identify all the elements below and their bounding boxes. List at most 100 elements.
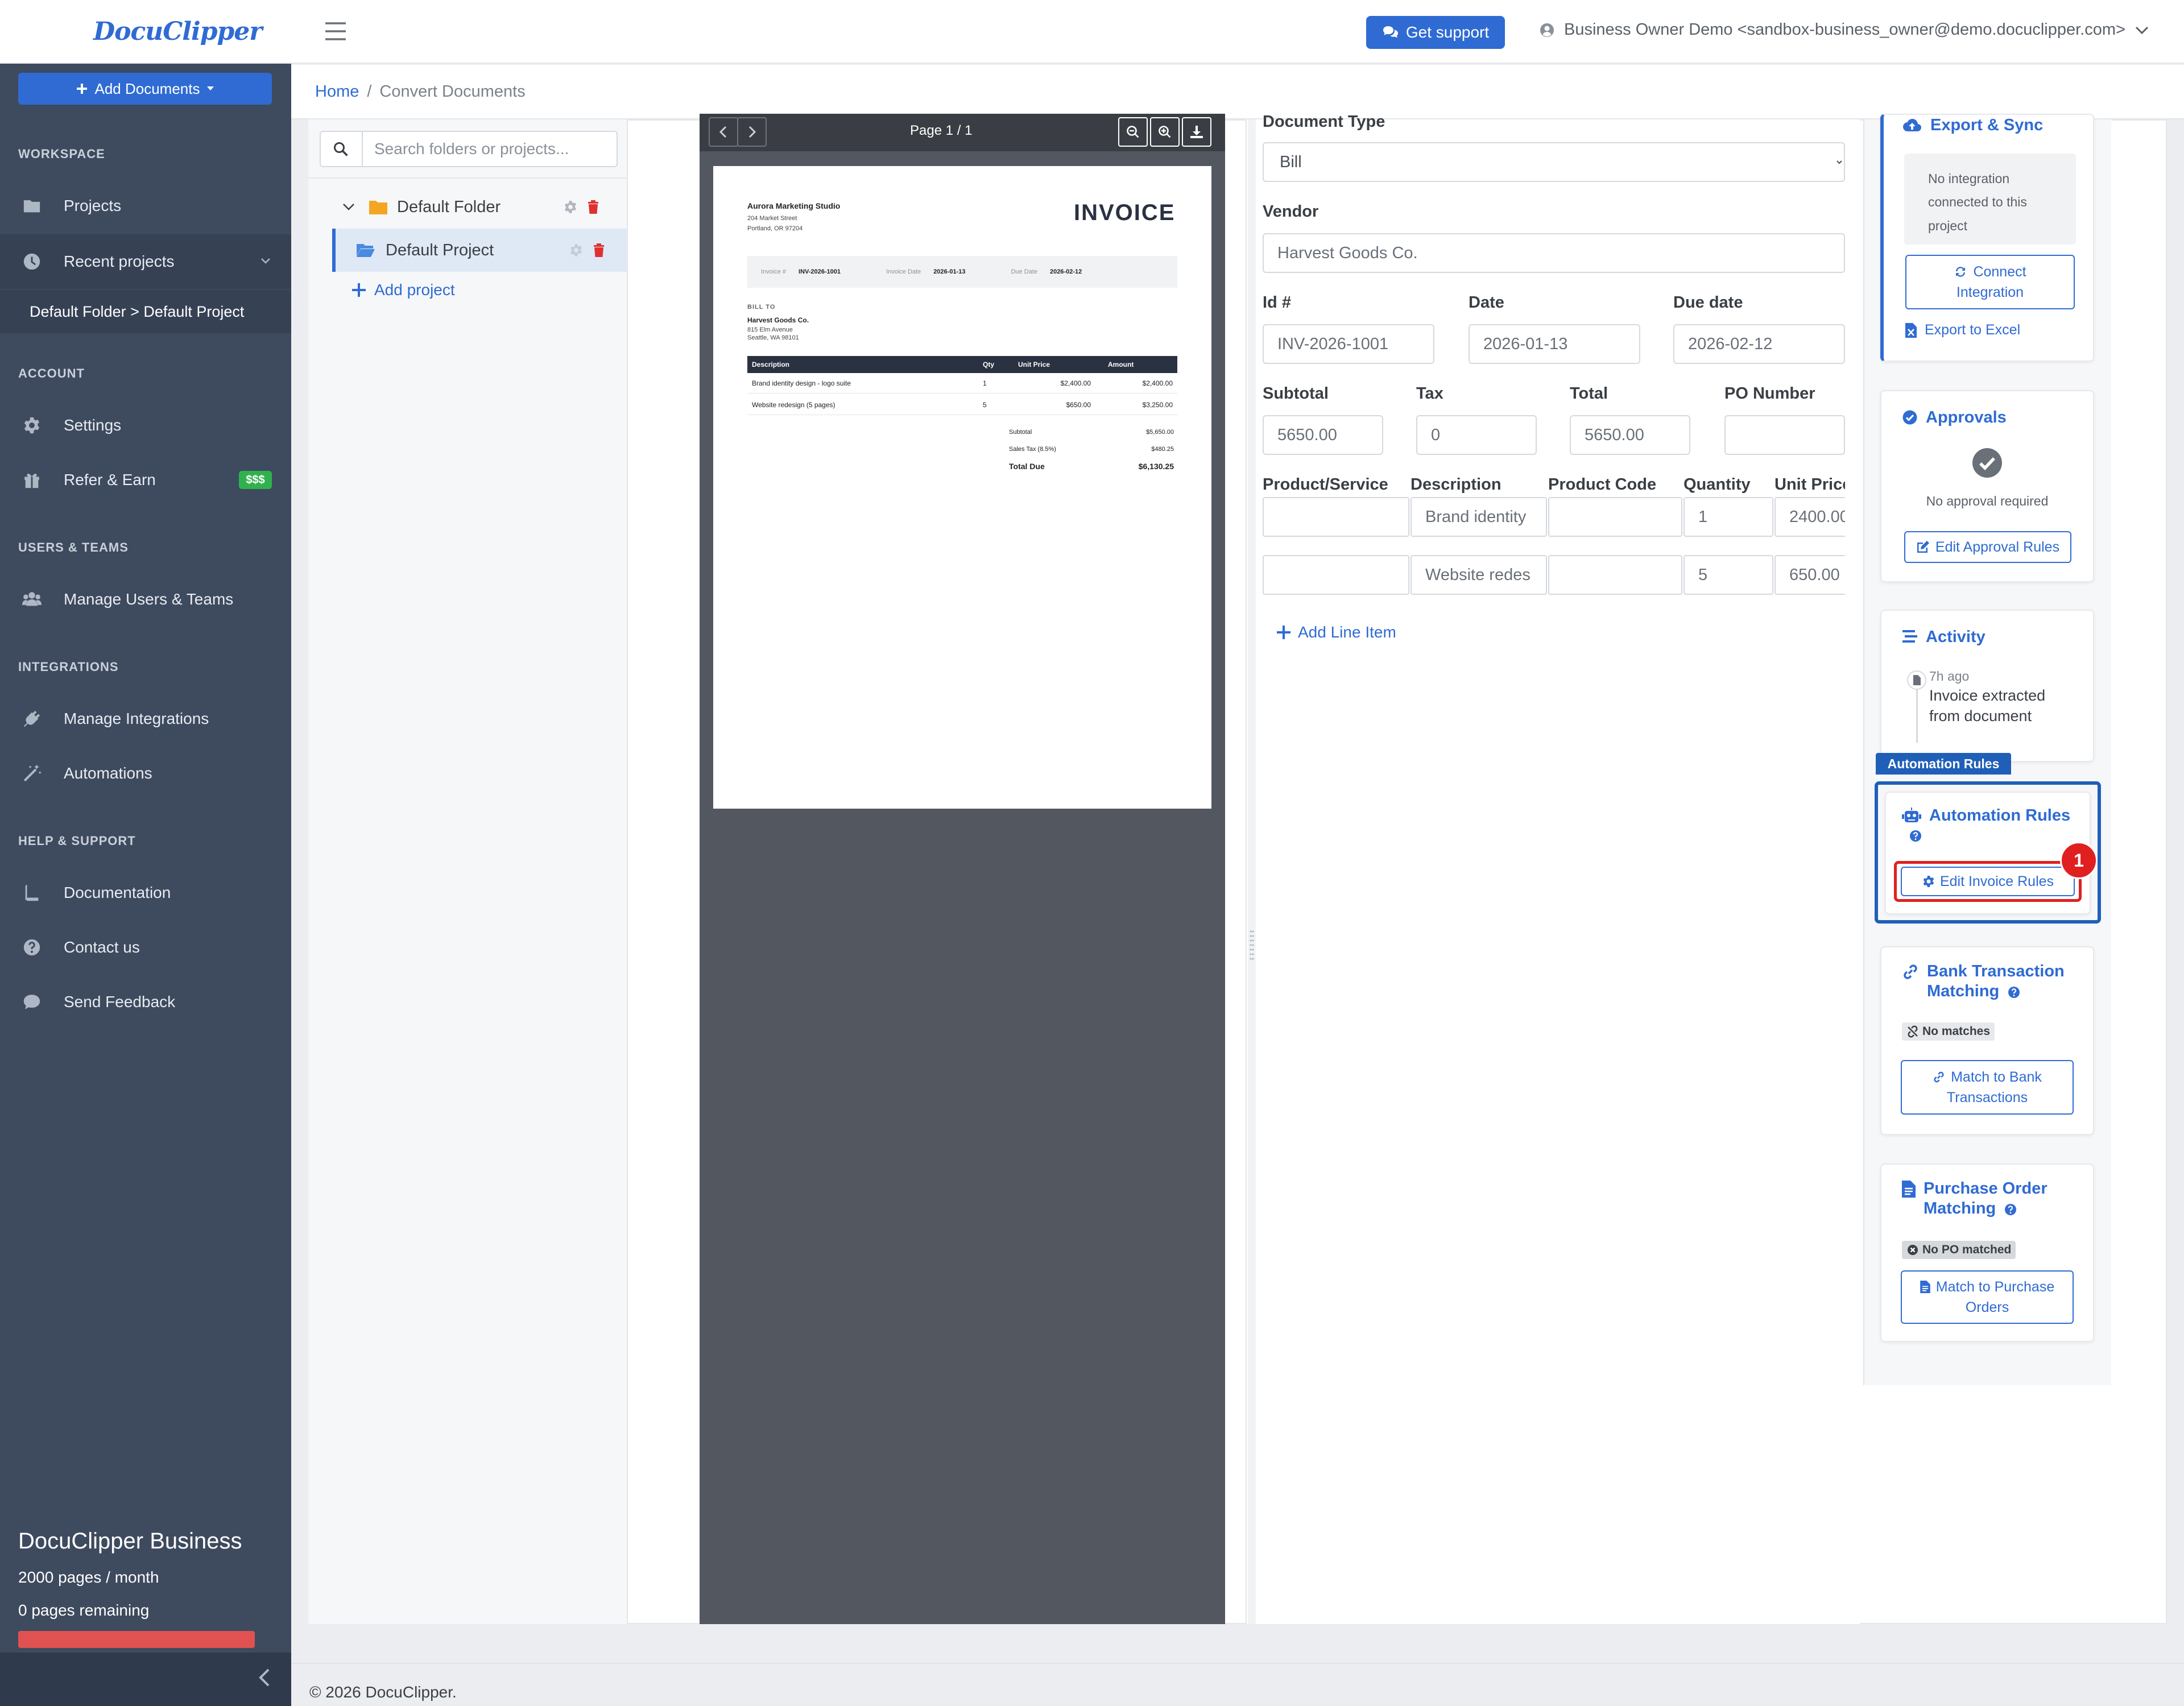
hamburger-menu-icon[interactable]: [324, 22, 347, 41]
file-invoice-icon: [1902, 1181, 1916, 1198]
edit-approval-rules-button[interactable]: Edit Approval Rules: [1904, 531, 2071, 563]
product-cell[interactable]: [1263, 497, 1409, 537]
quantity-cell[interactable]: 5: [1684, 555, 1773, 595]
product-code-cell[interactable]: [1548, 555, 1682, 595]
export-excel-link[interactable]: Export to Excel: [1905, 322, 2020, 338]
tax-label: Tax: [1416, 384, 1443, 403]
match-bank-transactions-button[interactable]: Match to Bank Transactions: [1901, 1060, 2074, 1115]
next-page-button[interactable]: [737, 117, 767, 147]
question-circle-icon[interactable]: [1909, 829, 1922, 843]
comment-icon: [20, 991, 43, 1013]
folder-search-input[interactable]: [364, 132, 614, 166]
product-code-cell[interactable]: [1548, 497, 1682, 537]
breadcrumb-home[interactable]: Home: [315, 82, 359, 101]
prev-page-button[interactable]: [709, 117, 738, 147]
row-qty: 1: [983, 379, 987, 387]
tree-folder-default[interactable]: Default Folder: [332, 185, 627, 229]
invoice-number-value: INV-2026-1001: [799, 268, 841, 275]
tax-input[interactable]: [1416, 415, 1537, 455]
file-icon: [1907, 670, 1926, 690]
resize-splitter[interactable]: [1248, 119, 1256, 1624]
app-logo[interactable]: DocuClipper: [93, 17, 262, 46]
nav-contact-us[interactable]: Contact us: [0, 920, 291, 975]
link-icon: [1904, 964, 1917, 979]
match-po-label-2: Orders: [1965, 1299, 2009, 1315]
drag-handle-icon[interactable]: [1249, 929, 1255, 963]
zoom-in-button[interactable]: [1150, 117, 1180, 147]
id-input[interactable]: [1263, 324, 1434, 364]
col-unit-price: Unit Price: [1774, 475, 1845, 494]
po-title-line-1: Purchase Order: [1924, 1179, 2048, 1198]
check-circle-icon: [1972, 448, 2002, 478]
user-menu-label: Business Owner Demo <sandbox-business_ow…: [1564, 20, 2125, 39]
question-circle-icon[interactable]: [2004, 1203, 2017, 1216]
vendor-input[interactable]: [1263, 233, 1845, 273]
nav-manage-users-label: Manage Users & Teams: [64, 590, 234, 608]
quantity-cell[interactable]: 1: [1684, 497, 1773, 537]
nav-documentation[interactable]: Documentation: [0, 866, 291, 920]
add-documents-button[interactable]: Add Documents: [18, 73, 272, 105]
description-cell[interactable]: Website redes: [1410, 555, 1547, 595]
row-description: Website redesign (5 pages): [752, 400, 835, 409]
subtotal-input[interactable]: [1263, 415, 1383, 455]
nav-settings[interactable]: Settings: [0, 398, 291, 453]
question-circle-icon[interactable]: [2007, 985, 2021, 999]
recent-project-item[interactable]: Default Folder > Default Project: [0, 290, 291, 333]
gear-icon[interactable]: [563, 200, 578, 214]
nav-manage-integrations[interactable]: Manage Integrations: [0, 691, 291, 746]
chevron-left-icon[interactable]: [255, 1666, 274, 1689]
row-amount: $2,400.00: [1142, 379, 1173, 387]
col-description: Description: [752, 361, 790, 368]
nav-projects-label: Projects: [64, 197, 122, 214]
product-cell[interactable]: [1263, 555, 1409, 595]
section-users-teams: USERS & TEAMS: [18, 540, 129, 554]
user-menu[interactable]: Business Owner Demo <sandbox-business_ow…: [1539, 20, 2149, 39]
tree-project-default[interactable]: Default Project: [332, 229, 627, 272]
invoice-number-label: Invoice #: [761, 268, 787, 275]
get-support-button[interactable]: Get support: [1366, 16, 1505, 49]
unit-price-cell[interactable]: 2400.00: [1774, 497, 1845, 537]
trash-icon[interactable]: [593, 243, 605, 258]
add-project-link[interactable]: Add project: [351, 281, 455, 299]
edit-icon: [1917, 541, 1929, 553]
bank-status-tag: No matches: [1902, 1022, 1995, 1041]
bank-title-line-1: Bank Transaction: [1927, 962, 2065, 980]
invoice-table-header: Description Qty Unit Price Amount: [747, 356, 1177, 373]
document-type-label: Document Type: [1263, 113, 1385, 131]
total-input[interactable]: [1570, 415, 1690, 455]
nav-send-feedback[interactable]: Send Feedback: [0, 975, 291, 1029]
subtotal-label: Subtotal: [1263, 384, 1329, 403]
nav-automations-label: Automations: [64, 764, 152, 782]
description-cell[interactable]: Brand identity: [1410, 497, 1547, 537]
date-input[interactable]: [1469, 324, 1640, 364]
po-number-input[interactable]: [1724, 415, 1845, 455]
nav-manage-users[interactable]: Manage Users & Teams: [0, 572, 291, 627]
total-label: Total Due: [1009, 462, 1045, 471]
due-date-input[interactable]: [1673, 324, 1845, 364]
nav-automations[interactable]: Automations: [0, 746, 291, 801]
search-button[interactable]: [320, 131, 363, 167]
unit-price-cell[interactable]: 650.00: [1774, 555, 1845, 595]
invoice-customer-address: 815 Elm Avenue: [747, 326, 793, 333]
invoice-date-value: 2026-01-13: [933, 268, 966, 275]
gear-icon[interactable]: [569, 243, 584, 258]
caret-down-icon: [207, 86, 214, 90]
zoom-out-button[interactable]: [1118, 117, 1148, 147]
trash-icon[interactable]: [587, 200, 599, 214]
plan-pages: 2000 pages / month: [18, 1568, 159, 1586]
export-excel-label: Export to Excel: [1925, 322, 2021, 338]
connect-integration-button[interactable]: Connect Integration: [1905, 255, 2075, 309]
add-line-item-link[interactable]: Add Line Item: [1276, 623, 1396, 641]
edit-invoice-rules-button[interactable]: Edit Invoice Rules: [1901, 867, 2075, 896]
col-quantity: Quantity: [1684, 475, 1751, 494]
connect-label-2: Integration: [1956, 284, 2024, 300]
automation-rules-title-text: Automation Rules: [1929, 806, 2071, 825]
nav-projects[interactable]: Projects: [0, 179, 291, 233]
nav-refer-earn-label: Refer & Earn: [64, 471, 156, 488]
match-purchase-orders-button[interactable]: Match to Purchase Orders: [1901, 1270, 2074, 1324]
approval-status: No approval required: [1926, 494, 2049, 508]
col-product-service: Product/Service: [1263, 475, 1388, 494]
nav-recent-projects[interactable]: Recent projects: [0, 234, 291, 289]
download-button[interactable]: [1182, 117, 1211, 147]
document-type-select[interactable]: Bill: [1263, 142, 1845, 182]
